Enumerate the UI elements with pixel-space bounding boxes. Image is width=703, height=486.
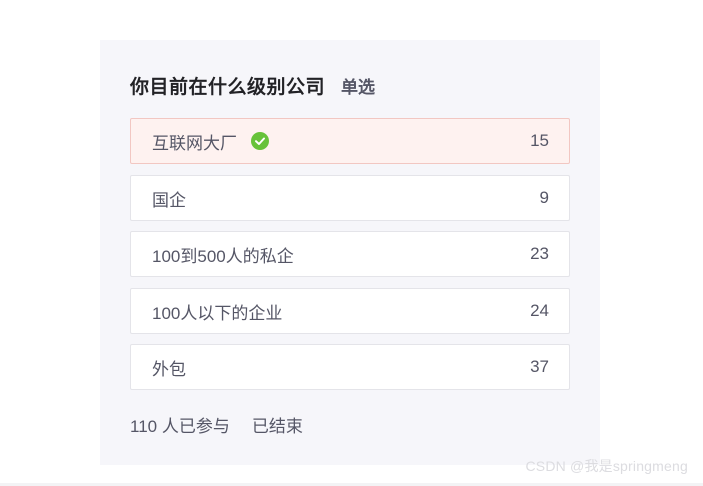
- watermark: CSDN @我是springmeng: [525, 458, 688, 474]
- poll-card: 你目前在什么级别公司 单选 互联网大厂 15 国企 9 100到500人的私企 …: [100, 40, 600, 465]
- check-circle-icon: [251, 132, 269, 150]
- poll-option-4[interactable]: 100人以下的企业 24: [130, 288, 570, 334]
- option-label: 外包: [152, 359, 186, 379]
- option-left: 100人以下的企业: [152, 299, 282, 324]
- option-label: 互联网大厂: [152, 133, 237, 153]
- option-label: 100人以下的企业: [152, 303, 283, 323]
- participants-count: 110 人已参与: [130, 417, 230, 436]
- option-label: 国企: [152, 190, 186, 210]
- option-count: 24: [530, 301, 549, 320]
- option-count: 37: [530, 357, 549, 376]
- poll-option-5[interactable]: 外包 37: [130, 344, 570, 390]
- poll-title: 你目前在什么级别公司: [130, 77, 326, 98]
- poll-header: 你目前在什么级别公司 单选: [130, 72, 375, 99]
- poll-option-1[interactable]: 互联网大厂 15: [130, 118, 570, 164]
- option-left: 互联网大厂: [152, 129, 269, 154]
- option-count: 23: [530, 244, 549, 263]
- poll-status: 已结束: [251, 417, 303, 436]
- poll-footer: 110 人已参与 已结束: [130, 412, 303, 437]
- poll-option-2[interactable]: 国企 9: [130, 175, 570, 221]
- option-left: 外包: [152, 355, 186, 380]
- option-count: 15: [530, 131, 549, 150]
- option-label: 100到500人的私企: [152, 246, 294, 266]
- option-left: 国企: [152, 186, 186, 211]
- option-left: 100到500人的私企: [152, 242, 294, 267]
- option-count: 9: [539, 188, 549, 207]
- poll-option-3[interactable]: 100到500人的私企 23: [130, 231, 570, 277]
- poll-type-label: 单选: [341, 78, 376, 97]
